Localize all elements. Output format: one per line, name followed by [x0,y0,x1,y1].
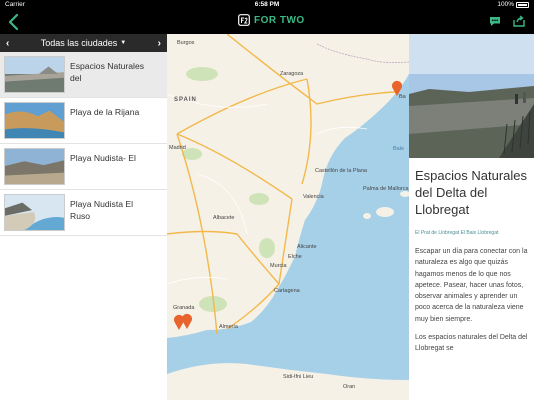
place-detail-panel: Espacios Naturales del Delta del Llobreg… [409,34,534,400]
map-label-castellon: Castellón de la Plana [315,168,367,174]
description-paragraph: Los espacios naturales del Delta del Llo… [415,334,528,353]
f2-logo-icon [238,14,250,26]
brand-text: FOR TWO [254,14,305,26]
map-label-sidi: Sidi-Ifni Lieu [283,374,314,380]
place-thumbnail [4,56,65,93]
battery-percent: 100% [497,1,514,8]
city-selector-bar: ‹ Todas las ciudades ▼ › [0,34,167,52]
list-item-title: Playa de la Rijana [70,107,140,117]
battery-icon [516,1,529,8]
map-label-elche: Elche [288,254,302,260]
previous-city-icon[interactable]: ‹ [6,38,9,49]
map-label-murcia: Murcia [270,263,287,269]
map-view[interactable]: Burgos Zaragoza SPAIN Madrid Castellón d… [167,34,409,400]
list-item[interactable]: Playa Nudista- El [0,144,167,190]
place-title: Espacios Naturales del Delta del Llobreg… [415,168,527,217]
city-dropdown[interactable]: Todas las ciudades ▼ [41,38,127,48]
map-pin-icon[interactable] [181,313,193,329]
chat-icon[interactable] [488,14,502,28]
map-label-almeria: Almería [219,324,238,330]
map-label-albacete: Albacete [213,215,235,221]
list-item-title: Espacios Naturales del [70,61,145,83]
place-location-tags: El Prat de Llobregat El Baix Llobregat [415,230,499,236]
description-paragraph: Escapar un día para conectar con la natu… [415,248,528,323]
map-label-cartagena: Cartagena [274,288,300,294]
map-label-madrid: Madrid [169,145,186,151]
app-window: Carrier 6:58 PM 100% FOR TWO ‹ Todas las… [0,0,534,400]
battery-indicator: 100% [497,1,529,8]
city-dropdown-label: Todas las ciudades [40,38,118,48]
brand-logo: FOR TWO [238,14,305,26]
map-label-alicante: Alicante [297,244,317,250]
places-list-panel: ‹ Todas las ciudades ▼ › Espacios Natura… [0,34,167,400]
status-bar: Carrier 6:58 PM 100% [0,0,534,10]
status-time: 6:58 PM [254,1,280,8]
nav-bar: FOR TWO [0,10,534,34]
list-item[interactable]: Espacios Naturales del [0,52,167,98]
list-item[interactable]: Playa de la Rijana [0,98,167,144]
place-description: Escapar un día para conectar con la natu… [415,246,528,355]
map-label-zaragoza: Zaragoza [280,71,304,77]
chevron-down-icon: ▼ [120,40,127,46]
map-label-granada: Granada [173,305,195,311]
share-icon[interactable] [512,14,526,28]
list-item-title: Playa Nudista El Ruso [70,199,134,221]
place-thumbnail [4,102,65,139]
map-pin-icon[interactable] [391,80,403,96]
back-arrow-icon[interactable] [6,13,22,31]
place-photo [409,34,534,158]
next-city-icon[interactable]: › [158,38,161,49]
map-label-sea: Bale [393,146,405,152]
map-label-burgos: Burgos [177,40,195,46]
map-label-spain: SPAIN [174,97,197,103]
map-label-valencia: Valencia [303,194,324,200]
map-canvas [167,34,409,400]
list-item-title: Playa Nudista- El [70,153,136,163]
place-thumbnail [4,148,65,185]
list-item[interactable]: Playa Nudista El Ruso [0,190,167,236]
place-thumbnail [4,194,65,231]
map-label-oran: Oran [343,384,356,390]
map-label-palma: Palma de Mallorca [363,186,409,192]
